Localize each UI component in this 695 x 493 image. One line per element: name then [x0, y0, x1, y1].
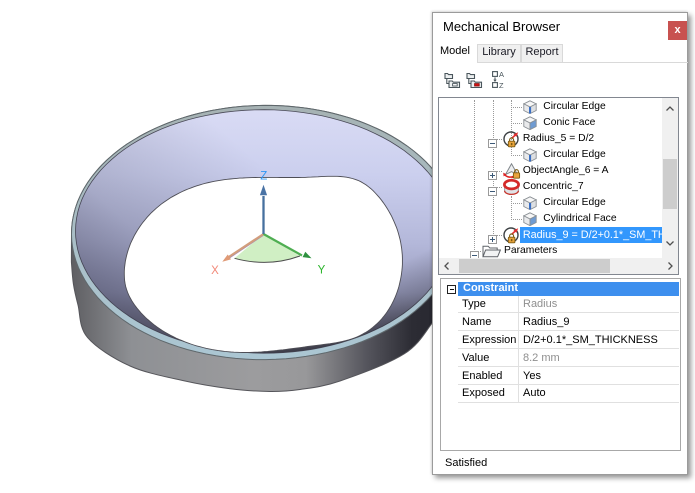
svg-text:Z: Z — [499, 81, 504, 89]
svg-text:A: A — [499, 71, 504, 79]
svg-text:Z: Z — [260, 171, 267, 183]
svg-text:Y: Y — [318, 265, 326, 277]
svg-text:X: X — [211, 265, 219, 277]
